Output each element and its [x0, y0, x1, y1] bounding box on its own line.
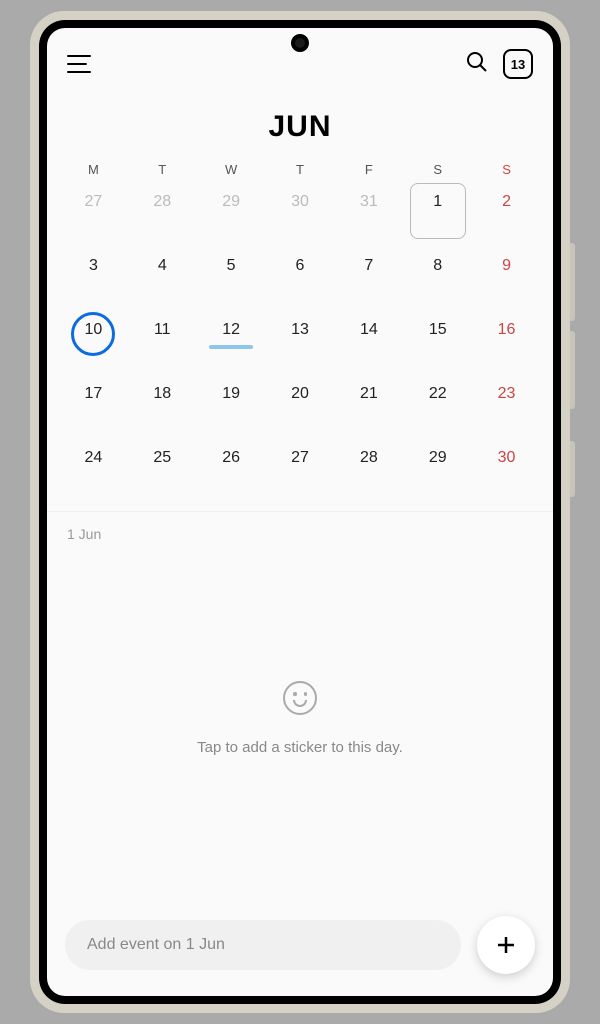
calendar-day[interactable]: 21: [334, 373, 403, 437]
calendar-day[interactable]: 7: [334, 245, 403, 309]
smiley-icon: [283, 681, 317, 715]
calendar-day[interactable]: 15: [403, 309, 472, 373]
calendar-day[interactable]: 16: [472, 309, 541, 373]
weekday-label: F: [334, 162, 403, 177]
month-title: JUN: [47, 110, 553, 144]
calendar-day[interactable]: 10: [59, 309, 128, 373]
weekday-label: M: [59, 162, 128, 177]
screen: 13 JUN M T W T F S S 2728293031123456789…: [47, 28, 553, 996]
calendar-day[interactable]: 5: [197, 245, 266, 309]
calendar-day[interactable]: 12: [197, 309, 266, 373]
plus-icon: [494, 933, 518, 957]
today-button[interactable]: 13: [503, 49, 533, 79]
calendar-day[interactable]: 29: [403, 437, 472, 501]
add-button[interactable]: [477, 916, 535, 974]
calendar-day[interactable]: 24: [59, 437, 128, 501]
phone-frame: 13 JUN M T W T F S S 2728293031123456789…: [30, 11, 570, 1013]
add-event-input[interactable]: Add event on 1 Jun: [65, 920, 461, 970]
calendar-day[interactable]: 23: [472, 373, 541, 437]
calendar-day[interactable]: 22: [403, 373, 472, 437]
calendar-day[interactable]: 31: [334, 181, 403, 245]
volume-up-button[interactable]: [570, 243, 575, 321]
selected-date-label: 1 Jun: [67, 526, 101, 542]
calendar-day[interactable]: 8: [403, 245, 472, 309]
calendar-day[interactable]: 3: [59, 245, 128, 309]
calendar-day[interactable]: 13: [266, 309, 335, 373]
sticker-prompt-text: Tap to add a sticker to this day.: [47, 739, 553, 756]
phone-bezel: 13 JUN M T W T F S S 2728293031123456789…: [39, 20, 561, 1004]
calendar-day[interactable]: 27: [59, 181, 128, 245]
weekday-row: M T W T F S S: [47, 162, 553, 177]
calendar-day[interactable]: 28: [334, 437, 403, 501]
calendar-day[interactable]: 4: [128, 245, 197, 309]
weekday-label: S: [472, 162, 541, 177]
calendar-day[interactable]: 17: [59, 373, 128, 437]
search-icon[interactable]: [465, 50, 489, 79]
weekday-label: T: [128, 162, 197, 177]
calendar-day[interactable]: 25: [128, 437, 197, 501]
bottom-bar: Add event on 1 Jun: [65, 916, 535, 974]
calendar-grid: 2728293031123456789101112131415161718192…: [47, 177, 553, 511]
menu-button[interactable]: [67, 55, 91, 73]
calendar-day[interactable]: 29: [197, 181, 266, 245]
calendar-day[interactable]: 2: [472, 181, 541, 245]
weekday-label: W: [197, 162, 266, 177]
calendar-day[interactable]: 26: [197, 437, 266, 501]
sticker-prompt[interactable]: Tap to add a sticker to this day.: [47, 681, 553, 756]
weekday-label: S: [403, 162, 472, 177]
front-camera: [291, 34, 309, 52]
calendar-day[interactable]: 19: [197, 373, 266, 437]
calendar-day[interactable]: 18: [128, 373, 197, 437]
calendar-day[interactable]: 20: [266, 373, 335, 437]
calendar-day[interactable]: 14: [334, 309, 403, 373]
volume-down-button[interactable]: [570, 331, 575, 409]
calendar-day[interactable]: 9: [472, 245, 541, 309]
calendar-day[interactable]: 27: [266, 437, 335, 501]
header-actions: 13: [465, 49, 533, 79]
weekday-label: T: [266, 162, 335, 177]
calendar-day[interactable]: 30: [472, 437, 541, 501]
power-button[interactable]: [570, 441, 575, 497]
calendar-day[interactable]: 1: [403, 181, 472, 245]
calendar-day[interactable]: 28: [128, 181, 197, 245]
calendar-day[interactable]: 30: [266, 181, 335, 245]
calendar-day[interactable]: 6: [266, 245, 335, 309]
calendar-day[interactable]: 11: [128, 309, 197, 373]
